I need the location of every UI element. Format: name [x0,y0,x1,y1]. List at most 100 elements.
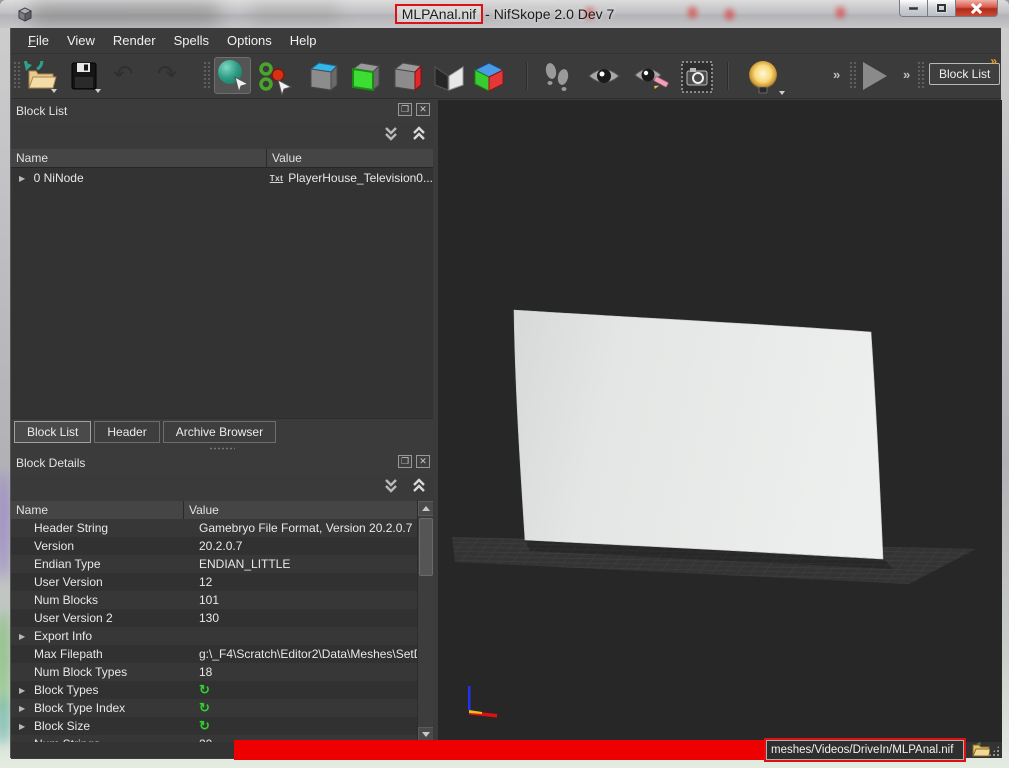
block-details-table-header[interactable]: Name Value [11,501,433,520]
table-row[interactable]: Header StringGamebryo File Format, Versi… [11,519,433,537]
menu-help[interactable]: Help [281,30,326,51]
expander-icon[interactable]: ▶ [19,686,27,695]
load-dropdown-arrow[interactable] [51,89,57,93]
show-axes-button[interactable] [307,61,339,96]
titlebar[interactable]: MLPAnal.nif - NifSkope 2.0 Dev 7 [0,0,1009,28]
refresh-icon[interactable]: ↻ [199,718,424,734]
vertical-scrollbar[interactable] [417,501,433,742]
row-value[interactable]: 12 [199,575,424,589]
show-nodes-button[interactable] [349,61,381,96]
row-value[interactable]: 18 [199,665,424,679]
dock-splitter[interactable] [11,444,433,452]
table-row[interactable]: Max Filepathg:\_F4\Scratch\Editor2\Data\… [11,645,433,663]
save-dropdown-arrow[interactable] [95,89,101,93]
block-list-panel-title: Block List [16,104,67,118]
expand-all-icon[interactable] [411,125,427,143]
row-value[interactable]: g:\_F4\Scratch\Editor2\Data\Meshes\SetDr… [199,647,424,661]
expander-icon[interactable]: ▶ [19,174,27,183]
column-name[interactable]: Name [11,149,267,167]
visibility-button[interactable] [587,61,621,96]
toolbar-overflow-chevron-corner[interactable]: » [990,54,997,68]
table-row[interactable]: Num Block Types18 [11,663,433,681]
float-panel-button[interactable]: ❐ [398,103,412,116]
refresh-icon[interactable]: ↻ [199,682,424,698]
scroll-up-button[interactable] [418,501,434,516]
load-button[interactable] [23,61,59,91]
save-button[interactable] [69,61,103,91]
toolbar-overflow-chevron[interactable]: » [903,67,910,82]
table-row[interactable]: ▶ Block Size↻ [11,717,433,735]
object-select-mode-button[interactable] [214,57,251,94]
play-icon [863,62,887,90]
toolbar-drag-handle[interactable] [917,61,925,89]
close-button[interactable] [955,0,998,17]
toolbar-drag-handle[interactable] [13,61,21,89]
column-value[interactable]: Value [184,503,219,517]
block-details-panel-header[interactable]: Block Details ❐ ✕ [11,452,433,474]
expander-icon[interactable]: ▶ [19,632,27,641]
tab-block-list[interactable]: Block List [14,421,91,443]
screenshot-button[interactable] [681,61,713,98]
row-value[interactable]: 101 [199,593,424,607]
block-list-row-ninode[interactable]: ▶ 0 NiNode Txt PlayerHouse_Television0..… [11,168,433,188]
table-row[interactable]: ▶Block Type Index↻ [11,699,433,717]
menu-render[interactable]: Render [104,30,165,51]
table-row[interactable]: Endian TypeENDIAN_LITTLE [11,555,433,573]
status-filepath-field[interactable]: meshes/Videos/DriveIn/MLPAnal.nif [766,740,964,760]
toolbar-overflow-chevron[interactable]: » [833,67,840,82]
table-row[interactable]: ▶Block Types↻ [11,681,433,699]
menu-file[interactable]: File [19,30,58,51]
expander-icon[interactable]: ▶ [19,704,27,713]
vertex-select-mode-button[interactable] [258,61,292,95]
row-value[interactable]: ENDIAN_LITTLE [199,557,424,571]
expander-icon[interactable]: ▶ [19,722,27,731]
menu-options[interactable]: Options [218,30,281,51]
block-name[interactable]: 0 NiNode [34,171,270,185]
block-value[interactable]: PlayerHouse_Television0... [288,171,433,185]
block-list-panel-header[interactable]: Block List ❐ ✕ [11,100,433,122]
browse-folder-icon[interactable] [972,742,990,758]
table-row[interactable]: Num Blocks101 [11,591,433,609]
column-value[interactable]: Value [267,151,302,165]
toolbar-separator-handle[interactable] [203,61,211,89]
minimize-button[interactable] [899,0,928,17]
play-animation-button[interactable] [863,62,887,90]
row-value[interactable]: Gamebryo File Format, Version 20.2.0.7 [199,521,424,535]
column-name[interactable]: Name [11,501,184,519]
expand-all-icon[interactable] [411,477,427,495]
block-list-table-header[interactable]: Name Value [11,149,433,168]
tab-header[interactable]: Header [94,421,159,443]
table-row[interactable]: User Version 2130 [11,609,433,627]
toolbar-drag-handle[interactable] [849,61,857,89]
vertical-scroll-thumb[interactable] [419,518,433,576]
drive-in-screen-mesh[interactable] [514,310,883,559]
close-panel-button[interactable]: ✕ [416,455,430,468]
menu-view[interactable]: View [58,30,104,51]
lighting-button[interactable] [745,61,783,95]
float-panel-button[interactable]: ❐ [398,455,412,468]
close-panel-button[interactable]: ✕ [416,103,430,116]
undo-icon[interactable]: ↶ [113,61,133,89]
render-viewport[interactable] [438,100,1002,742]
refresh-icon[interactable]: ↻ [199,700,424,716]
collapse-all-icon[interactable] [383,477,399,495]
tab-archive-browser[interactable]: Archive Browser [163,421,276,443]
collapse-all-icon[interactable] [383,125,399,143]
double-sided-button[interactable] [433,61,465,96]
vertex-colors-button[interactable] [472,61,506,98]
toolbar-separator [727,62,728,90]
table-row[interactable]: ▶Export Info [11,627,433,645]
walk-mode-button[interactable] [541,61,573,98]
row-value[interactable]: 20.2.0.7 [199,539,424,553]
close-icon [971,3,982,14]
menu-spells[interactable]: Spells [165,30,218,51]
show-collision-button[interactable] [391,61,423,96]
maximize-button[interactable] [928,0,955,17]
row-value[interactable]: 130 [199,611,424,625]
table-row[interactable]: Version20.2.0.7 [11,537,433,555]
lighting-dropdown-arrow[interactable] [779,91,785,95]
redo-icon[interactable]: ↷ [157,61,177,89]
table-row[interactable]: User Version12 [11,573,433,591]
row-name: Block Size [34,719,199,733]
edit-visibility-button[interactable] [633,61,669,96]
